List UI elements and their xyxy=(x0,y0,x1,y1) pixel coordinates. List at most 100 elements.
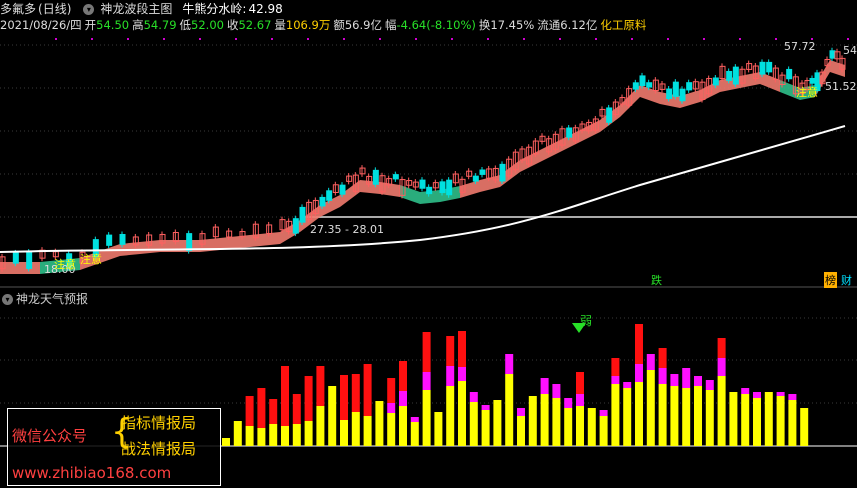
weather-bar-magenta xyxy=(717,358,726,376)
weather-bar-yellow xyxy=(658,384,667,446)
weather-bar-magenta xyxy=(446,366,455,386)
high-label: 高 xyxy=(132,18,144,32)
signal-dot xyxy=(379,38,381,40)
rank-badge[interactable]: 榜 xyxy=(824,272,837,288)
signal-dot xyxy=(127,38,129,40)
trend-band xyxy=(830,60,845,77)
candle-body xyxy=(499,163,506,182)
candle-body xyxy=(646,82,653,88)
weather-bar-red xyxy=(576,372,584,394)
weather-bar-magenta xyxy=(399,391,407,406)
weather-bar-yellow xyxy=(446,386,455,446)
weather-bar-yellow xyxy=(623,388,632,446)
open-label: 开 xyxy=(84,18,97,32)
signal-dot xyxy=(487,38,489,40)
water-value: 42.98 xyxy=(248,2,283,16)
quote-bar: 2021/08/26/四 开54.50 高54.79 低52.00 收52.67 量106… xyxy=(0,18,646,32)
weather-bar-magenta xyxy=(564,398,573,408)
weather-bar-magenta xyxy=(646,354,655,370)
candle-body xyxy=(786,68,793,80)
weather-bar-magenta xyxy=(705,380,714,390)
candle-body xyxy=(426,186,433,195)
weather-bar-yellow xyxy=(788,400,797,446)
weather-bar-yellow xyxy=(316,406,325,446)
weather-bar-yellow xyxy=(363,416,372,446)
weather-bar-red xyxy=(387,378,396,403)
indicator-name[interactable]: 神龙波段主图 xyxy=(100,2,172,16)
signal-dot xyxy=(595,38,597,40)
weather-bar-yellow xyxy=(328,386,337,446)
weather-bar-yellow xyxy=(694,386,702,446)
change-value: -4.64(-8.10%) xyxy=(396,18,476,32)
candle-body xyxy=(439,181,446,194)
signal-dot xyxy=(199,38,201,40)
weather-bar-yellow xyxy=(528,396,537,446)
weather-bar-magenta xyxy=(776,392,785,396)
weather-bar-red xyxy=(245,396,254,426)
weather-bar-red xyxy=(458,331,466,367)
turnover-value: 17.45% xyxy=(490,18,535,32)
candle-body xyxy=(479,169,486,175)
signal-dot xyxy=(91,38,93,40)
settings-icon[interactable]: ▾ xyxy=(2,294,13,305)
candle-body xyxy=(26,251,33,269)
watermark-box: 微信公众号 { 指标情报局 战法情报局 www.zhibiao168.com xyxy=(7,408,221,486)
trend-band xyxy=(0,262,40,274)
weather-bar-yellow xyxy=(351,412,360,446)
weather-bar-red xyxy=(340,375,348,420)
weather-bar-yellow xyxy=(469,402,478,446)
high-value: 54.79 xyxy=(143,18,177,32)
trend-band xyxy=(620,85,640,117)
weather-bar-yellow xyxy=(399,406,407,446)
weather-bar-red xyxy=(292,394,301,424)
finance-badge[interactable]: 财 xyxy=(841,272,852,288)
signal-dot xyxy=(667,38,669,40)
weather-bar-yellow xyxy=(670,386,679,446)
trend-band xyxy=(540,140,560,162)
open-value: 54.50 xyxy=(96,18,130,32)
weather-bar-magenta xyxy=(481,405,490,410)
candle-body xyxy=(339,184,346,195)
trend-band xyxy=(240,232,280,248)
attention-signal-1: 注意 xyxy=(54,258,76,271)
signal-dot xyxy=(307,38,309,40)
watermark-line-2: 战法情报局 xyxy=(121,440,197,458)
weather-bar-yellow xyxy=(281,426,289,446)
weather-bar-yellow xyxy=(705,390,714,446)
float-value: 6.12亿 xyxy=(560,18,598,32)
weather-bar-yellow xyxy=(257,428,266,446)
signal-dot xyxy=(451,38,453,40)
candle-body xyxy=(809,77,816,84)
weather-bar-yellow xyxy=(552,398,561,446)
weather-bar-magenta xyxy=(753,392,761,398)
candle-body xyxy=(726,70,733,81)
weather-bar-magenta xyxy=(458,367,466,381)
trend-band xyxy=(520,150,540,172)
weather-bar-magenta xyxy=(682,368,691,388)
candle-body xyxy=(829,50,836,59)
weather-bar-yellow xyxy=(717,376,726,446)
weather-bar-yellow xyxy=(800,408,809,446)
weather-bar-yellow xyxy=(646,370,655,446)
weather-bar-red xyxy=(316,366,325,406)
trend-band xyxy=(400,185,420,204)
settings-icon[interactable]: ▾ xyxy=(83,4,95,15)
candle-body xyxy=(686,82,693,91)
weather-bar-magenta xyxy=(694,376,702,386)
weather-bar-magenta xyxy=(599,410,608,416)
weather-bar-red xyxy=(363,364,372,416)
candle-body xyxy=(119,233,126,245)
weather-bar-yellow xyxy=(576,406,584,446)
period-label[interactable]: (日线) xyxy=(38,2,71,16)
sector-label[interactable]: 化工原料 xyxy=(600,18,646,32)
weather-bar-red xyxy=(269,399,278,424)
weather-bar-magenta xyxy=(387,403,396,413)
weak-signal: 弱 xyxy=(580,314,593,328)
sub-chart-title[interactable]: 神龙天气预报 xyxy=(16,292,88,306)
stock-name[interactable]: 多氟多 xyxy=(0,2,36,16)
candle-body xyxy=(666,88,673,99)
weather-bar-magenta xyxy=(611,376,620,384)
weather-bar-red xyxy=(399,361,407,391)
weather-bar-magenta xyxy=(658,368,667,384)
weather-bar-magenta xyxy=(576,394,584,406)
